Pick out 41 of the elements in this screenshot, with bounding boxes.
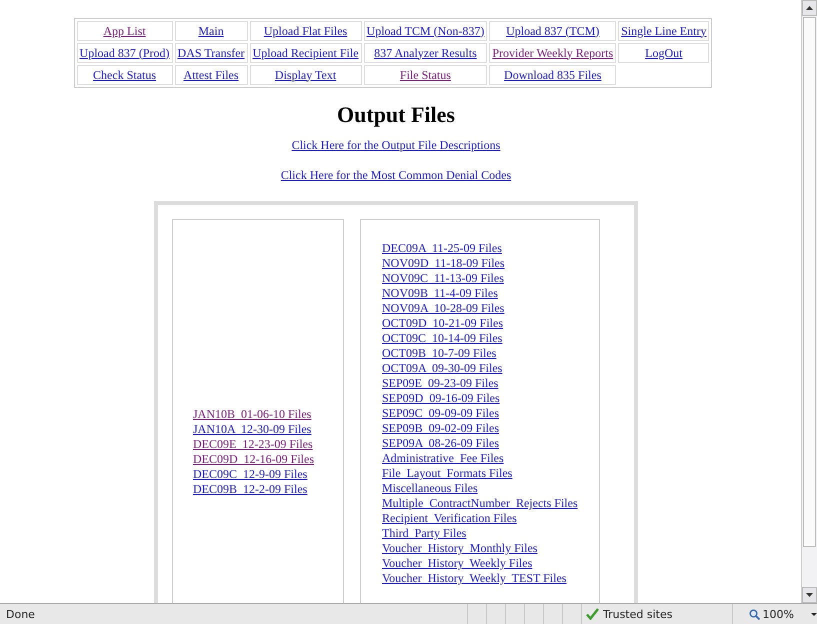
file-link[interactable]: DEC09A 11-25-09 Files — [382, 241, 502, 256]
file-link[interactable]: DEC09E 12-23-09 Files — [193, 437, 313, 452]
file-link[interactable]: Multiple ContractNumber Rejects Files — [382, 496, 578, 511]
file-link[interactable]: Voucher History Weekly TEST Files — [382, 571, 566, 586]
file-link[interactable]: NOV09D 11-18-09 Files — [382, 256, 505, 271]
file-link[interactable]: DEC09B 12-2-09 Files — [193, 482, 308, 497]
file-link[interactable]: NOV09C 11-13-09 Files — [382, 271, 504, 286]
file-link[interactable]: DEC09C 12-9-09 Files — [193, 467, 308, 482]
file-link[interactable]: Administrative Fee Files — [382, 451, 504, 466]
security-zone: Trusted sites — [602, 608, 672, 620]
check-icon — [586, 608, 599, 620]
zoom-level[interactable]: 100% — [762, 608, 794, 620]
file-link[interactable]: OCT09A 09-30-09 Files — [382, 361, 502, 376]
file-link[interactable]: NOV09A 10-28-09 Files — [382, 301, 504, 316]
file-link[interactable]: NOV09B 11-4-09 Files — [382, 286, 498, 301]
file-link[interactable]: SEP09D 09-16-09 Files — [382, 391, 500, 406]
file-link[interactable]: SEP09A 08-26-09 Files — [382, 436, 500, 451]
file-link[interactable]: OCT09D 10-21-09 Files — [382, 316, 503, 331]
file-link[interactable]: Miscellaneous Files — [382, 481, 478, 496]
file-link[interactable]: OCT09C 10-14-09 Files — [382, 331, 502, 346]
file-link[interactable]: SEP09C 09-09-09 Files — [382, 406, 500, 421]
caret-icon[interactable] — [811, 612, 817, 616]
zoom-icon[interactable] — [748, 608, 760, 620]
description-link[interactable]: Click Here for the Most Common Denial Codes — [280, 168, 512, 182]
file-link[interactable]: JAN10B 01-06-10 Files — [193, 407, 312, 422]
status-text: Done — [5, 608, 36, 620]
scroll-up-icon[interactable] — [802, 0, 817, 16]
file-link[interactable]: JAN10A 12-30-09 Files — [193, 422, 312, 437]
scrollbar[interactable] — [801, 0, 817, 603]
file-link[interactable]: SEP09B 09-02-09 Files — [382, 421, 500, 436]
file-link[interactable]: Voucher History Monthly Files — [382, 541, 538, 556]
file-link[interactable]: Voucher History Weekly Files — [382, 556, 532, 571]
description-link[interactable]: Click Here for the Output File Descriptions — [292, 138, 500, 152]
file-link[interactable]: Third Party Files — [382, 526, 466, 541]
file-link[interactable]: SEP09E 09-23-09 Files — [382, 376, 498, 391]
file-link[interactable]: File Layout Formats Files — [382, 466, 512, 481]
scroll-down-icon[interactable] — [802, 587, 817, 603]
file-link[interactable]: DEC09D 12-16-09 Files — [193, 452, 314, 467]
page-title: Output Files — [337, 102, 455, 128]
file-link[interactable]: OCT09B 10-7-09 Files — [382, 346, 496, 361]
file-link[interactable]: Recipient Verification Files — [382, 511, 517, 526]
